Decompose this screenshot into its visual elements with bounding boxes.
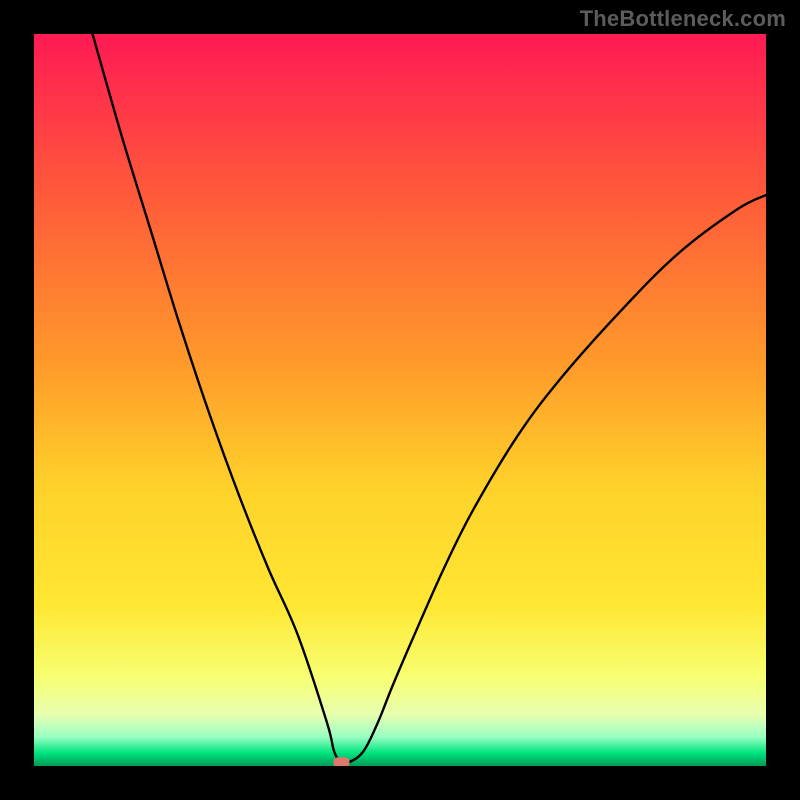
chart-svg <box>34 34 766 766</box>
chart-container: TheBottleneck.com <box>0 0 800 800</box>
watermark-text: TheBottleneck.com <box>580 6 786 32</box>
optimal-point-marker <box>333 757 349 766</box>
chart-plot-area <box>34 34 766 766</box>
gradient-background <box>34 34 766 766</box>
